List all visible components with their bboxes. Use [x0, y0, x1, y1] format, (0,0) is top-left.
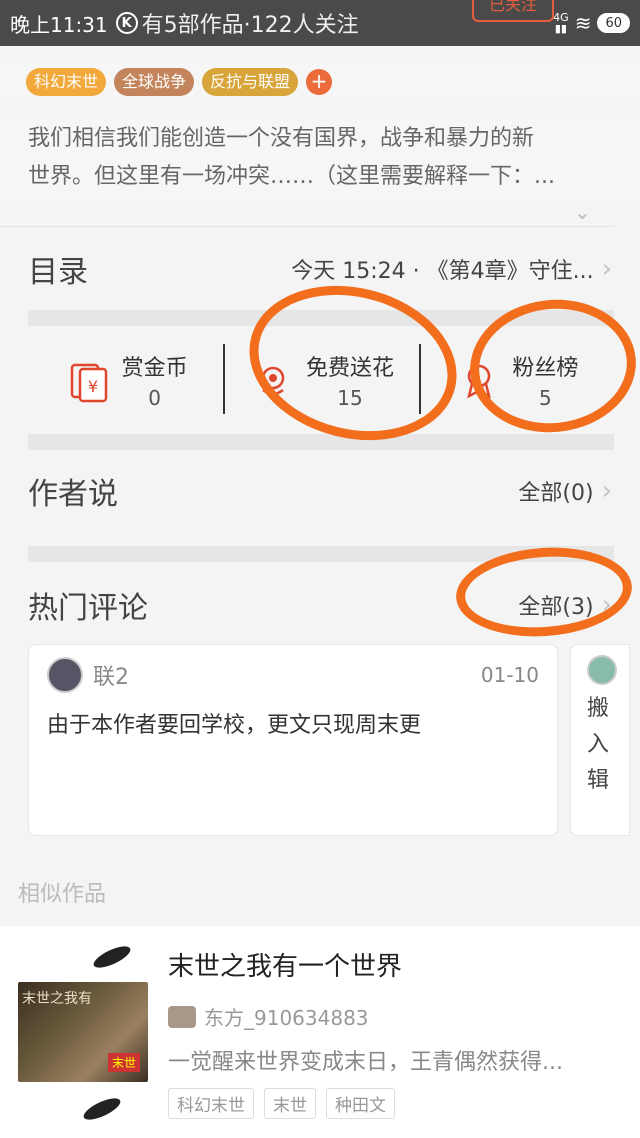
comment-date: 01-10 [480, 663, 539, 687]
similar-works-title: 相似作品 [18, 882, 107, 907]
tag-list: 科幻末世 全球战争 反抗与联盟 + [0, 62, 640, 102]
comment-text: 搬入辑 [587, 696, 610, 793]
reward-coins-button[interactable]: ¥ 赏金币 0 [28, 330, 223, 430]
book-author: 东方_910634883 [168, 1002, 369, 1031]
tag-item[interactable]: 科幻末世 [26, 68, 107, 96]
tag-item[interactable]: 全球战争 [114, 68, 195, 96]
status-right: 4G ▮▮ ≋ 60 [553, 11, 630, 35]
description-line: 世界。但这里有一场冲突……（这里需要解释一下：... [28, 164, 555, 189]
add-tag-button[interactable]: + [306, 69, 333, 95]
description-line: 我们相信我们能创造一个没有国界，战争和暴力的新 [28, 126, 535, 151]
author-says-all-link[interactable]: 全部(0) › [518, 475, 612, 507]
svg-text:¥: ¥ [88, 377, 98, 396]
book-tag[interactable]: 末世 [264, 1088, 316, 1119]
avatar[interactable] [47, 657, 83, 693]
author-says-row[interactable]: 作者说 全部(0) › [0, 460, 640, 522]
book-description: 一觉醒来世界变成末日，王青偶然获得... [168, 1050, 563, 1075]
comment-user[interactable]: 联2 [93, 659, 129, 691]
fan-ranking-button[interactable]: 粉丝榜 5 [418, 330, 614, 430]
latest-chapter: 今天 15:24 · 《第4章》守住... › [291, 254, 612, 284]
avatar[interactable] [587, 655, 617, 685]
feather-decoration-icon [80, 1094, 124, 1124]
stat-value: 0 [148, 386, 162, 410]
red-envelope-yen-icon: ¥ [64, 355, 114, 405]
book-tag[interactable]: 科幻末世 [168, 1088, 254, 1119]
hot-comments-title: 热门评论 [28, 591, 148, 626]
stat-value: 15 [337, 386, 363, 410]
book-tags: 科幻末世 末世 种田文 [168, 1088, 395, 1119]
chevron-right-icon: › [601, 476, 612, 506]
send-flower-button[interactable]: 免费送花 15 [223, 330, 418, 430]
section-divider [28, 434, 614, 450]
medal-icon [454, 355, 504, 405]
status-bar: 晚上11:31 K 有5部作品·122人关注 4G ▮▮ ≋ 60 已关注 [0, 0, 640, 46]
book-tag[interactable]: 种田文 [326, 1088, 395, 1119]
k-app-icon: K [115, 12, 138, 34]
author-says-title: 作者说 [28, 477, 118, 512]
feather-decoration-icon [90, 942, 134, 972]
book-cover[interactable]: 末世之我有 末世 [18, 982, 148, 1082]
follow-button[interactable]: 已关注 [472, 0, 554, 22]
comment-text: 由于本作者要回学校，更文只现周末更 [47, 713, 422, 738]
similar-book-item[interactable]: 末世之我有 末世 末世之我有一个世界 东方_910634883 一觉醒来世界变成… [0, 926, 640, 1138]
stat-label: 赏金币 [121, 356, 188, 381]
flower-icon [248, 355, 298, 405]
cover-text: 末世之我有 [22, 991, 92, 1007]
book-title[interactable]: 末世之我有一个世界 [168, 946, 402, 983]
status-time: 晚上11:31 [10, 12, 108, 37]
catalog-row[interactable]: 目录 今天 15:24 · 《第4章》守住... › [0, 238, 640, 300]
wifi-icon: ≋ [574, 11, 592, 35]
cover-badge: 末世 [107, 1053, 140, 1072]
expand-chevron-down-icon[interactable]: ⌄ [574, 200, 594, 224]
stats-bar: ¥ 赏金币 0 免费送花 15 粉丝榜 5 [28, 330, 614, 430]
chevron-right-icon: › [601, 590, 612, 620]
signal-icon: 4G ▮▮ [553, 11, 569, 35]
battery-icon: 60 [597, 13, 630, 33]
section-divider [28, 310, 614, 326]
comment-card[interactable]: 搬入辑 [570, 644, 630, 836]
chevron-right-icon: › [601, 254, 612, 284]
tag-item[interactable]: 反抗与联盟 [202, 68, 299, 96]
section-divider [28, 546, 614, 562]
hot-comments-all-link[interactable]: 全部(3) › [518, 589, 612, 621]
divider [0, 226, 614, 227]
comment-card[interactable]: 联2 01-10 由于本作者要回学校，更文只现周末更 [28, 644, 558, 836]
author-works-info: 有5部作品·122人关注 [141, 13, 359, 38]
stat-label: 粉丝榜 [512, 356, 579, 381]
catalog-title: 目录 [28, 255, 88, 290]
hot-comments-row: 热门评论 全部(3) › [0, 574, 640, 636]
stat-label: 免费送花 [305, 356, 394, 381]
book-description[interactable]: 我们相信我们能创造一个没有国界，战争和暴力的新 世界。但这里有一场冲突……（这里… [0, 120, 640, 200]
stat-value: 5 [538, 386, 552, 410]
author-avatar [168, 1005, 196, 1028]
